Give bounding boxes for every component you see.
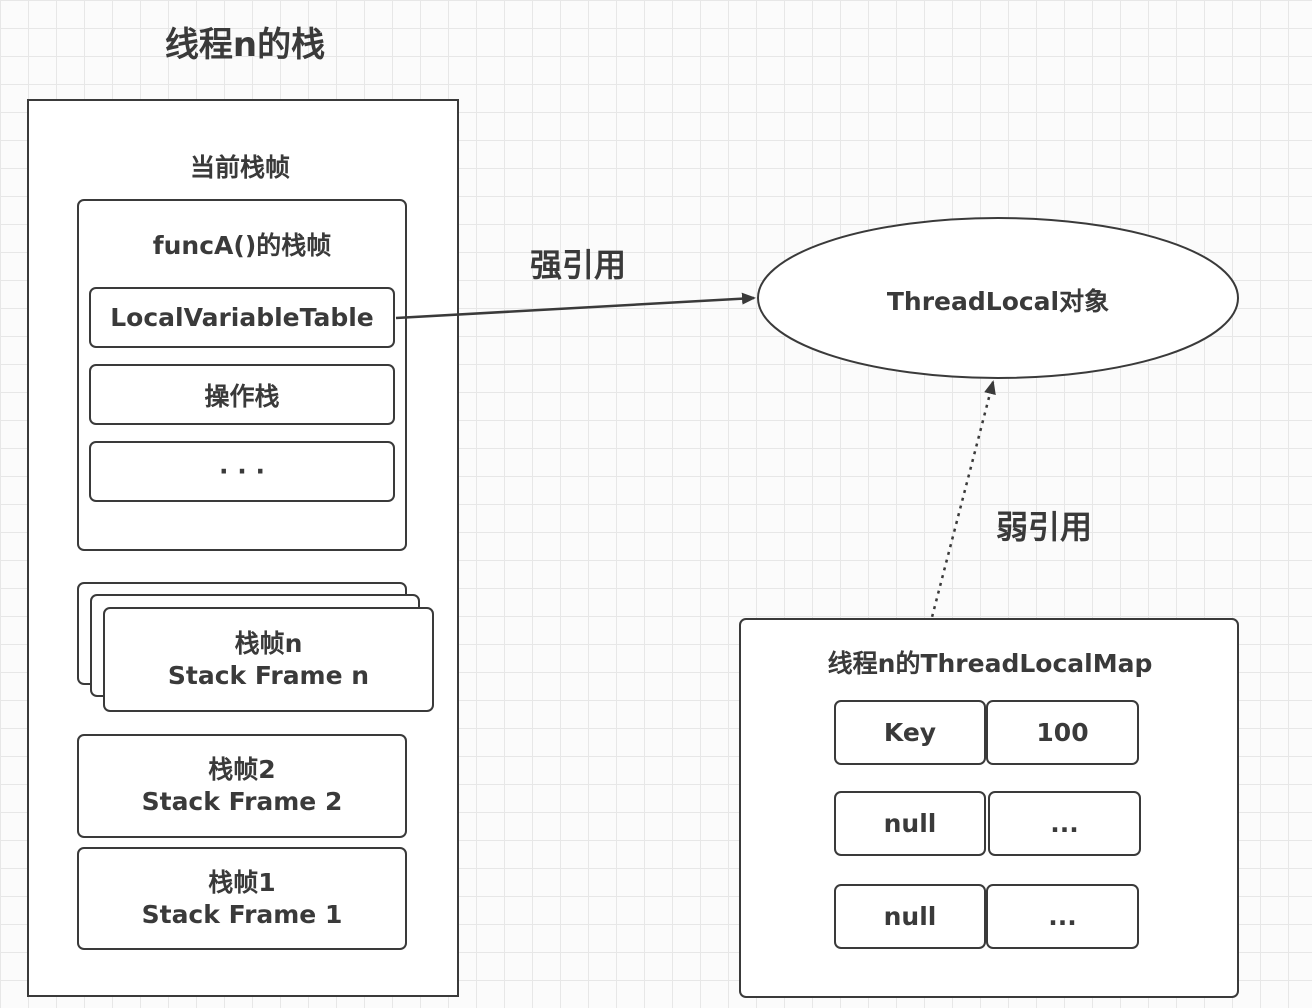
operand-stack-box: 操作栈 [89,364,395,425]
frame-1-en-label: Stack Frame 1 [141,899,343,929]
map-row-2-key: null [834,791,986,856]
map-row-1-value: 100 [986,700,1139,765]
map-row-3-key: null [834,884,986,949]
map-row-1-key: Key [834,700,986,765]
current-frame-label: 当前栈帧 [189,153,290,182]
frame-2-box: 栈帧2 Stack Frame 2 [77,734,407,838]
strong-reference-label: 强引用 [530,246,627,284]
frame-n-en-label: Stack Frame n [167,660,370,690]
local-variable-table-box: LocalVariableTable [89,287,395,348]
threadlocal-map-title: 线程n的ThreadLocalMap [827,649,1153,678]
frame-n-box: 栈帧n Stack Frame n [103,607,434,712]
stack-title: 线程n的栈 [164,25,326,65]
weak-reference-label: 弱引用 [996,508,1093,546]
frame-1-box: 栈帧1 Stack Frame 1 [77,847,407,950]
funcA-frame-label: funcA()的栈帧 [152,231,332,260]
threadlocal-object-label: ThreadLocal对象 [886,287,1110,316]
frame-2-en-label: Stack Frame 2 [141,787,343,816]
ellipsis-box: · · · [89,441,395,502]
frame-n-cn-label: 栈帧n [234,628,303,658]
map-row-3-value: ... [986,884,1139,949]
frame-1-cn-label: 栈帧1 [208,867,276,897]
map-row-2-value: ... [988,791,1141,856]
frame-2-cn-label: 栈帧2 [208,755,276,784]
